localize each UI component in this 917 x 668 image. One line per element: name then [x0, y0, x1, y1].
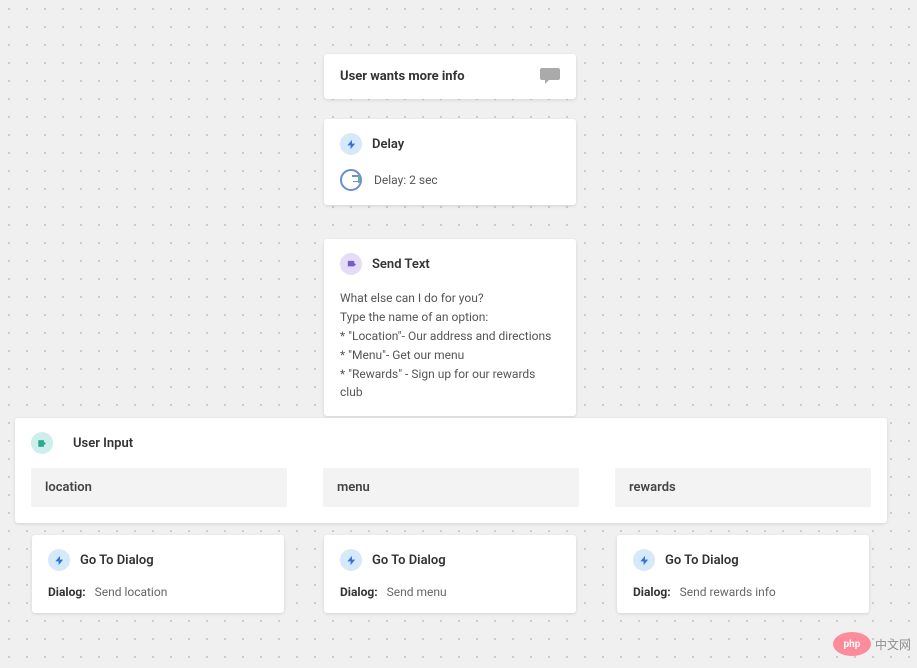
goto-label: Dialog: — [633, 585, 671, 599]
sendtext-line: Type the name of an option: — [340, 308, 560, 326]
sendtext-header: Send Text — [324, 239, 576, 289]
userinput-option-location[interactable]: location — [31, 468, 287, 507]
goto-body: Dialog: Send rewards info — [617, 585, 869, 599]
sendtext-line: * "Menu"- Get our menu — [340, 346, 560, 364]
clock-icon — [340, 169, 362, 191]
sendtext-card[interactable]: Send Text What else can I do for you? Ty… — [324, 239, 576, 416]
bolt-icon — [633, 549, 655, 571]
userinput-options: location menu rewards — [31, 468, 871, 507]
goto-label: Dialog: — [48, 585, 86, 599]
sendtext-line: What else can I do for you? — [340, 289, 560, 307]
delay-header: Delay — [324, 119, 576, 169]
goto-title: Go To Dialog — [372, 553, 446, 568]
watermark-text: 中文网 — [875, 636, 911, 653]
goto-value: Send rewards info — [680, 585, 776, 599]
goto-body: Dialog: Send menu — [324, 585, 576, 599]
delay-value: Delay: 2 sec — [374, 173, 438, 187]
bolt-icon — [340, 133, 362, 155]
send-icon — [340, 253, 362, 275]
sendtext-title: Send Text — [372, 257, 430, 272]
goto-header: Go To Dialog — [32, 535, 284, 585]
bolt-icon — [48, 549, 70, 571]
watermark-badge: php — [833, 632, 871, 656]
userinput-card[interactable]: User Input location menu rewards — [15, 418, 887, 523]
goto-title: Go To Dialog — [665, 553, 739, 568]
goto-body: Dialog: Send location — [32, 585, 284, 599]
delay-title: Delay — [372, 137, 404, 152]
bolt-icon — [340, 549, 362, 571]
sendtext-line: * "Rewards" - Sign up for our rewards cl… — [340, 365, 560, 401]
goto-header: Go To Dialog — [324, 535, 576, 585]
goto-title: Go To Dialog — [80, 553, 154, 568]
trigger-card[interactable]: User wants more info — [324, 54, 576, 99]
trigger-title: User wants more info — [340, 69, 465, 84]
watermark: php 中文网 — [833, 632, 911, 656]
userinput-option-rewards[interactable]: rewards — [615, 468, 871, 507]
goto-value: Send menu — [387, 585, 447, 599]
sendtext-line: * "Location"- Our address and directions — [340, 327, 560, 345]
userinput-title: User Input — [73, 436, 133, 451]
goto-dialog-card-location[interactable]: Go To Dialog Dialog: Send location — [32, 535, 284, 613]
chat-icon — [540, 66, 560, 88]
sendtext-body: What else can I do for you? Type the nam… — [324, 289, 576, 401]
userinput-option-menu[interactable]: menu — [323, 468, 579, 507]
input-icon — [31, 432, 53, 454]
delay-body: Delay: 2 sec — [324, 169, 576, 205]
goto-label: Dialog: — [340, 585, 378, 599]
userinput-header: User Input — [31, 432, 871, 454]
goto-dialog-card-rewards[interactable]: Go To Dialog Dialog: Send rewards info — [617, 535, 869, 613]
goto-header: Go To Dialog — [617, 535, 869, 585]
delay-card[interactable]: Delay Delay: 2 sec — [324, 119, 576, 205]
goto-value: Send location — [95, 585, 168, 599]
goto-dialog-card-menu[interactable]: Go To Dialog Dialog: Send menu — [324, 535, 576, 613]
